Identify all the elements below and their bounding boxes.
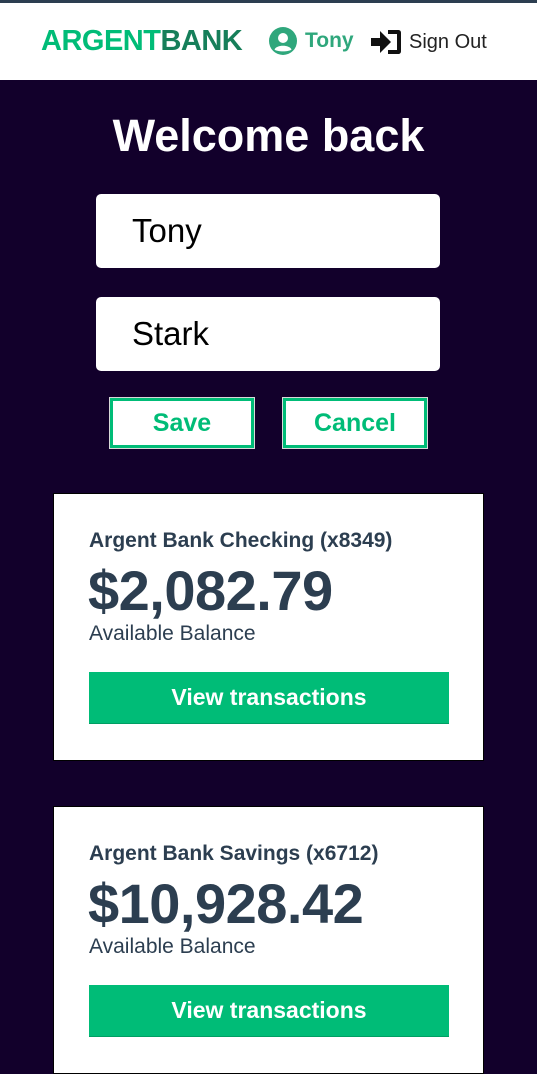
view-transactions-button[interactable]: View transactions (89, 672, 449, 724)
page-title: Welcome back (112, 110, 425, 161)
view-transactions-button[interactable]: View transactions (89, 985, 449, 1037)
brand-logo[interactable]: ARGENT BANK (41, 25, 243, 57)
sign-out-icon (371, 30, 401, 54)
save-button[interactable]: Save (109, 397, 255, 449)
nav-user-name: Tony (305, 29, 354, 52)
account-title: Argent Bank Checking (x8349) (89, 529, 393, 552)
account-title: Argent Bank Savings (x6712) (89, 842, 379, 865)
last-name-input[interactable] (96, 297, 440, 371)
account-amount-description: Available Balance (89, 622, 256, 645)
account-card-savings: Argent Bank Savings (x6712) $10,928.42 A… (53, 806, 484, 1074)
account-card-checking: Argent Bank Checking (x8349) $2,082.79 A… (53, 493, 484, 761)
logo-text-argent: ARGENT (41, 25, 161, 57)
account-amount: $2,082.79 (88, 559, 333, 622)
sign-out-link[interactable]: Sign Out (371, 29, 487, 55)
sign-out-label: Sign Out (409, 30, 487, 53)
cancel-button[interactable]: Cancel (282, 397, 428, 449)
account-amount-description: Available Balance (89, 935, 256, 958)
user-circle-icon (269, 27, 297, 55)
account-amount: $10,928.42 (88, 872, 364, 935)
first-name-input[interactable] (96, 194, 440, 268)
main-nav: ARGENT BANK Tony Sign Out (0, 3, 537, 80)
logo-text-bank: BANK (160, 25, 243, 57)
nav-user-link[interactable]: Tony (269, 27, 354, 55)
